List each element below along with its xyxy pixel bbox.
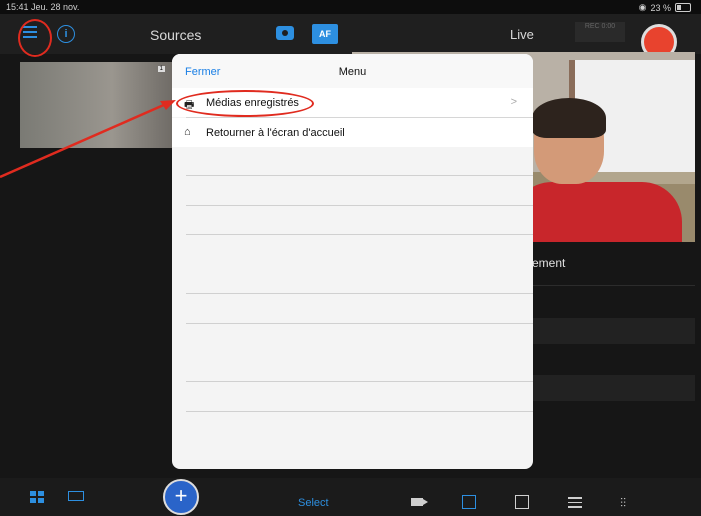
bottom-toolbar: [0, 478, 701, 516]
sliders-icon[interactable]: [568, 497, 582, 508]
add-source-button[interactable]: +: [163, 479, 199, 515]
select-button[interactable]: Select: [298, 497, 329, 509]
app-screen: 15:41 Jeu. 28 nov. ◉ 23 % i Sources AF L…: [0, 0, 701, 516]
annotation-arrow-icon: [0, 100, 176, 179]
video-camera-icon[interactable]: [411, 498, 428, 506]
transition-icon[interactable]: [515, 495, 529, 509]
split-view-icon[interactable]: [68, 491, 84, 501]
audio-waveform-icon[interactable]: ⫶⫶: [620, 496, 626, 511]
grid-view-icon[interactable]: [30, 491, 44, 503]
frame-icon[interactable]: [462, 495, 476, 509]
